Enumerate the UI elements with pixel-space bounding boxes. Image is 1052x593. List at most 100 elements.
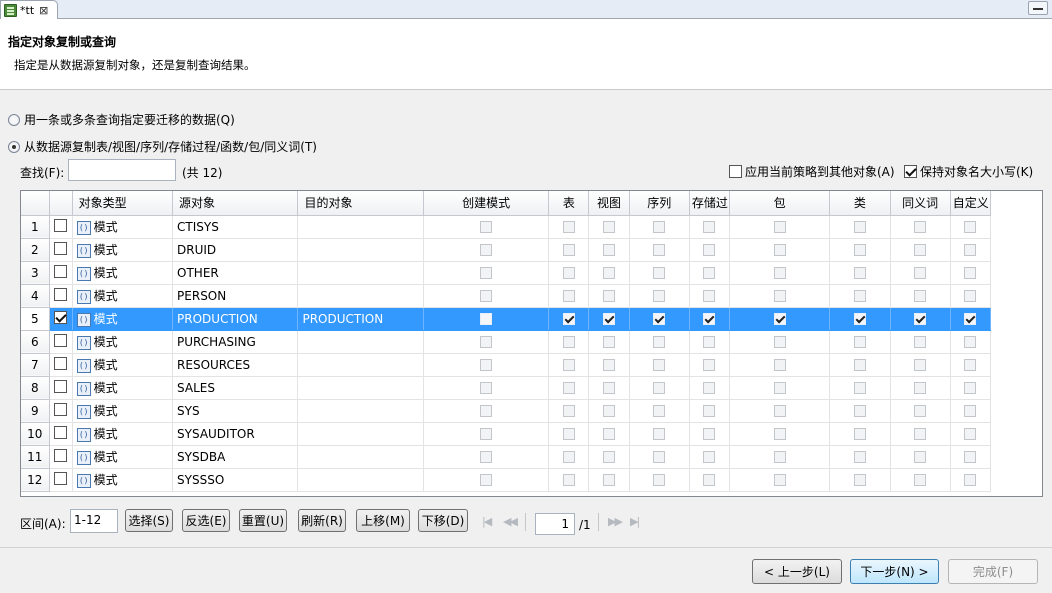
option-checkbox[interactable] xyxy=(562,336,575,348)
option-cell[interactable] xyxy=(629,330,690,354)
row-checkbox[interactable] xyxy=(54,356,68,370)
option-cell[interactable] xyxy=(829,330,891,354)
option-cell[interactable] xyxy=(689,353,730,377)
option-cell[interactable] xyxy=(548,238,590,262)
option-cell[interactable] xyxy=(950,399,992,423)
column-header[interactable]: 对象类型 xyxy=(72,191,174,216)
option-checkbox[interactable] xyxy=(773,313,786,325)
option-checkbox[interactable] xyxy=(603,451,616,463)
option-cell[interactable] xyxy=(829,284,891,308)
option-checkbox[interactable] xyxy=(853,221,866,233)
row-checkbox-cell[interactable] xyxy=(49,215,73,239)
option-cell[interactable] xyxy=(588,307,630,331)
option-cell[interactable] xyxy=(629,353,690,377)
option-cell[interactable] xyxy=(588,468,630,492)
option-cell[interactable] xyxy=(689,284,730,308)
option-cell[interactable] xyxy=(423,330,550,354)
option-cell[interactable] xyxy=(588,353,630,377)
option-checkbox[interactable] xyxy=(853,336,866,348)
option-cell[interactable] xyxy=(423,284,550,308)
row-checkbox[interactable] xyxy=(54,241,68,255)
option-cell[interactable] xyxy=(689,468,730,492)
table-row[interactable]: 11() 模式 SYSDBA xyxy=(21,445,992,469)
option-checkbox[interactable] xyxy=(703,290,716,302)
option-checkbox[interactable] xyxy=(914,359,927,371)
option-checkbox[interactable] xyxy=(603,428,616,440)
option-checkbox[interactable] xyxy=(703,267,716,279)
option-cell[interactable] xyxy=(950,353,992,377)
option-checkbox[interactable] xyxy=(914,428,927,440)
option-cell[interactable] xyxy=(423,468,550,492)
option-cell[interactable] xyxy=(548,284,590,308)
option-checkbox[interactable] xyxy=(562,290,575,302)
option-checkbox[interactable] xyxy=(964,244,977,256)
option-checkbox[interactable] xyxy=(853,244,866,256)
option-cell[interactable] xyxy=(729,261,831,285)
option-cell[interactable] xyxy=(829,261,891,285)
option-checkbox[interactable] xyxy=(653,244,666,256)
option-cell[interactable] xyxy=(423,353,550,377)
copy-option-radio[interactable]: 从数据源复制表/视图/序列/存储过程/函数/包/同义词(T) xyxy=(8,138,317,155)
row-checkbox[interactable] xyxy=(54,264,68,278)
page-input[interactable]: 1 xyxy=(535,513,575,535)
option-cell[interactable] xyxy=(689,376,730,400)
option-checkbox[interactable] xyxy=(562,474,575,486)
option-cell[interactable] xyxy=(423,399,550,423)
option-checkbox[interactable] xyxy=(480,451,493,463)
row-checkbox-cell[interactable] xyxy=(49,284,73,308)
option-cell[interactable] xyxy=(689,445,730,469)
option-cell[interactable] xyxy=(423,261,550,285)
option-checkbox[interactable] xyxy=(773,428,786,440)
target-object-cell[interactable] xyxy=(297,215,424,239)
option-cell[interactable] xyxy=(548,422,590,446)
option-checkbox[interactable] xyxy=(853,428,866,440)
column-header[interactable]: 序列 xyxy=(629,191,690,216)
option-cell[interactable] xyxy=(689,238,730,262)
minimize-icon[interactable] xyxy=(1028,1,1048,15)
option-cell[interactable] xyxy=(689,261,730,285)
option-cell[interactable] xyxy=(950,330,992,354)
option-checkbox[interactable] xyxy=(653,474,666,486)
table-row[interactable]: 9() 模式 SYS xyxy=(21,399,992,423)
option-checkbox[interactable] xyxy=(773,336,786,348)
option-cell[interactable] xyxy=(829,468,891,492)
keep-case-checkbox[interactable]: 保持对象名大小写(K) xyxy=(904,163,1033,180)
option-cell[interactable] xyxy=(890,238,951,262)
move-up-button[interactable]: 上移(M) xyxy=(356,509,410,532)
option-cell[interactable] xyxy=(423,307,550,331)
option-cell[interactable] xyxy=(629,307,690,331)
table-row[interactable]: 2() 模式 DRUID xyxy=(21,238,992,262)
target-object-cell[interactable]: PRODUCTION xyxy=(297,307,424,331)
option-cell[interactable] xyxy=(829,422,891,446)
option-checkbox[interactable] xyxy=(853,313,866,325)
option-cell[interactable] xyxy=(890,307,951,331)
option-checkbox[interactable] xyxy=(480,221,493,233)
option-cell[interactable] xyxy=(729,445,831,469)
option-checkbox[interactable] xyxy=(853,451,866,463)
column-header[interactable]: 目的对象 xyxy=(297,191,424,216)
option-checkbox[interactable] xyxy=(562,405,575,417)
option-checkbox[interactable] xyxy=(653,290,666,302)
option-checkbox[interactable] xyxy=(480,359,493,371)
option-checkbox[interactable] xyxy=(964,290,977,302)
row-checkbox[interactable] xyxy=(54,402,68,416)
checkbox[interactable] xyxy=(904,165,917,178)
column-header[interactable]: 视图 xyxy=(588,191,630,216)
option-cell[interactable] xyxy=(629,238,690,262)
option-cell[interactable] xyxy=(729,307,831,331)
next-button[interactable]: 下一步(N) > xyxy=(850,559,939,584)
option-checkbox[interactable] xyxy=(964,221,977,233)
option-checkbox[interactable] xyxy=(653,382,666,394)
option-cell[interactable] xyxy=(629,215,690,239)
option-checkbox[interactable] xyxy=(562,267,575,279)
option-cell[interactable] xyxy=(689,399,730,423)
option-checkbox[interactable] xyxy=(653,359,666,371)
option-checkbox[interactable] xyxy=(773,382,786,394)
option-cell[interactable] xyxy=(829,376,891,400)
option-checkbox[interactable] xyxy=(964,474,977,486)
option-checkbox[interactable] xyxy=(914,405,927,417)
option-checkbox[interactable] xyxy=(703,451,716,463)
option-cell[interactable] xyxy=(629,261,690,285)
option-cell[interactable] xyxy=(689,215,730,239)
option-cell[interactable] xyxy=(548,353,590,377)
